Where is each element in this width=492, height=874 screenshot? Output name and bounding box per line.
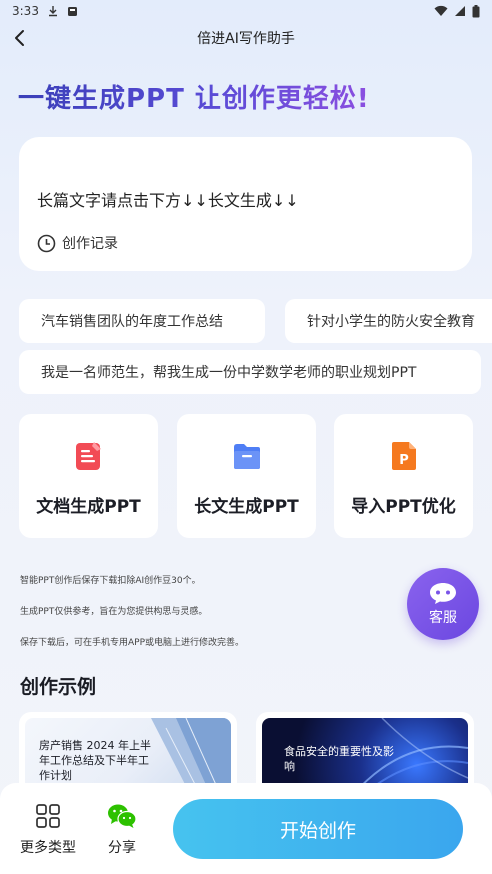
example-title: 房产销售 2024 年上半年工作总结及下半年工作计划 <box>39 739 151 782</box>
notice-text: 智能PPT创作后保存下载扣除AI创作豆30个。 <box>20 576 201 586</box>
clock-icon <box>37 234 56 252</box>
wechat-icon <box>108 804 137 828</box>
start-creation-button[interactable]: 开始创作 <box>173 799 463 859</box>
suggestion-chip[interactable]: 针对小学生的防火安全教育 <box>285 299 492 343</box>
prompt-input-card[interactable]: 长篇文字请点击下方↓↓长文生成↓↓ 创作记录 <box>19 137 472 271</box>
document-icon <box>75 442 101 470</box>
ppt-file-icon: P <box>391 442 416 470</box>
more-types-button[interactable]: 更多类型 <box>20 803 76 857</box>
grid-icon <box>36 804 60 828</box>
bottom-bar: 更多类型 分享 开始创作 <box>0 783 492 874</box>
customer-service-button[interactable]: 客服 <box>407 568 479 640</box>
folder-icon <box>233 444 260 469</box>
share-label: 分享 <box>108 840 136 856</box>
hero-title: 一键生成PPT 让创作更轻松! <box>18 78 370 115</box>
nav-bar: 倍进AI写作助手 <box>0 22 492 54</box>
chat-bubble-icon <box>430 583 456 604</box>
notification-icon <box>67 6 77 16</box>
status-bar: 3:33 <box>0 0 492 22</box>
download-icon <box>48 6 57 17</box>
notice-text: 保存下载后，可在手机专用APP或电脑上进行修改完善。 <box>20 638 245 648</box>
feature-label: 导入PPT优化 <box>351 497 456 517</box>
doc-to-ppt-button[interactable]: 文档生成PPT <box>19 414 158 538</box>
share-button[interactable]: 分享 <box>107 803 137 857</box>
suggestion-label: 针对小学生的防火安全教育 <box>307 314 475 330</box>
prompt-hint-text: 长篇文字请点击下方↓↓长文生成↓↓ <box>37 191 299 210</box>
wifi-icon <box>434 5 448 16</box>
suggestion-label: 汽车销售团队的年度工作总结 <box>41 314 223 330</box>
suggestion-chip[interactable]: 汽车销售团队的年度工作总结 <box>19 299 265 343</box>
feature-label: 长文生成PPT <box>194 497 299 517</box>
chevron-left-icon <box>15 30 24 46</box>
svg-text:P: P <box>399 453 409 468</box>
history-button[interactable]: 创作记录 <box>37 233 118 253</box>
examples-title: 创作示例 <box>20 676 97 698</box>
page-title: 倍进AI写作助手 <box>197 31 295 47</box>
longtext-to-ppt-button[interactable]: 长文生成PPT <box>177 414 316 538</box>
service-label: 客服 <box>429 610 457 626</box>
feature-label: 文档生成PPT <box>36 497 141 517</box>
signal-icon <box>455 6 465 16</box>
history-label: 创作记录 <box>62 236 118 252</box>
back-button[interactable] <box>8 26 32 50</box>
status-left: 3:33 <box>12 4 78 18</box>
status-right <box>434 4 480 18</box>
notice-text: 生成PPT仅供参考，旨在为您提供构思与灵感。 <box>20 607 208 617</box>
suggestion-chip[interactable]: 我是一名师范生，帮我生成一份中学数学老师的职业规划PPT <box>19 350 481 394</box>
import-ppt-button[interactable]: P 导入PPT优化 <box>334 414 473 538</box>
suggestion-label: 我是一名师范生，帮我生成一份中学数学老师的职业规划PPT <box>41 365 417 381</box>
more-types-label: 更多类型 <box>20 840 76 856</box>
status-time: 3:33 <box>12 4 39 18</box>
battery-icon <box>472 4 480 17</box>
example-title: 食品安全的重要性及影响 <box>284 745 394 773</box>
